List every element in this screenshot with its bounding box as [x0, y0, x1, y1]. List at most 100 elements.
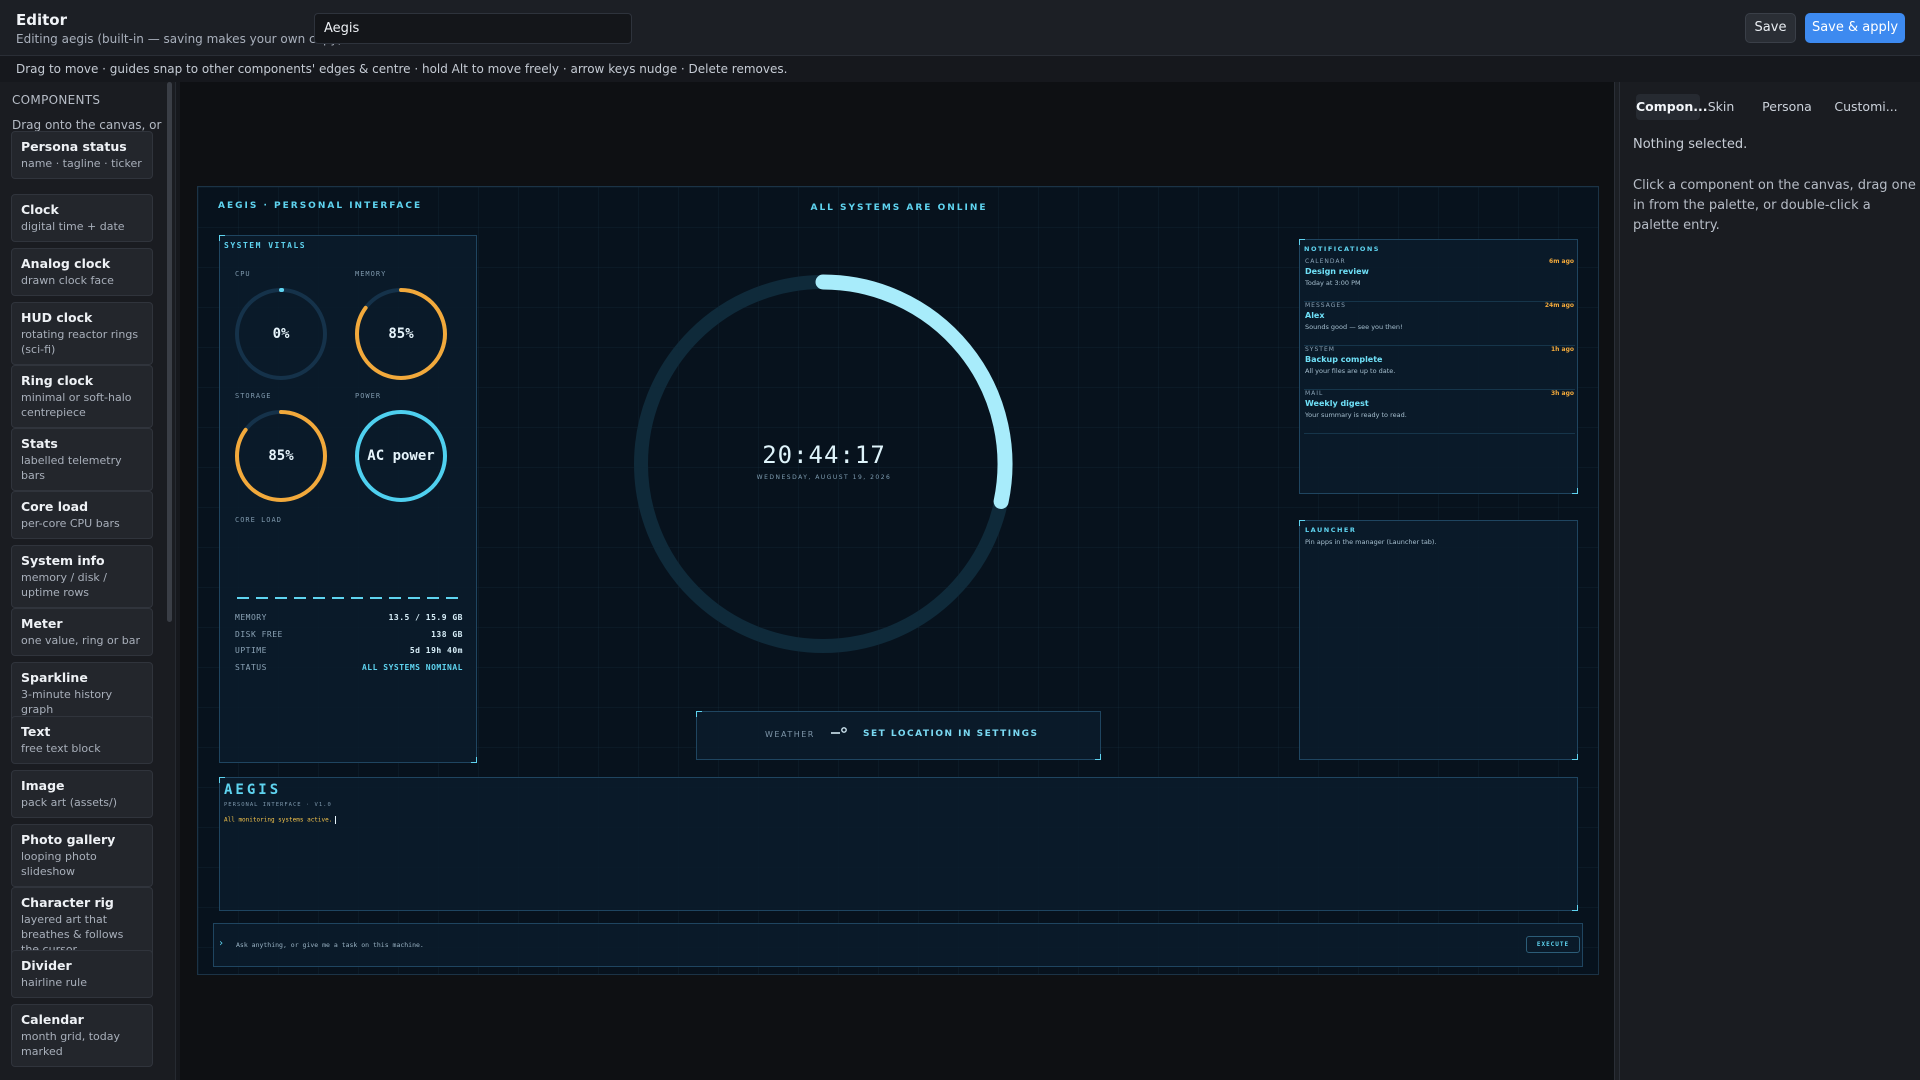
clock-time: 20:44:17 — [762, 441, 886, 469]
palette-item-title: Divider — [21, 958, 72, 973]
palette-item-desc: one value, ring or bar — [21, 634, 141, 647]
tab-customize[interactable]: Customi... — [1830, 94, 1902, 120]
notifications-panel[interactable]: NOTIFICATIONS CALENDAR 6m ago Design revie… — [1299, 239, 1578, 494]
palette-item-title: Photo gallery — [21, 832, 116, 847]
launcher-message: Pin apps in the manager (Launcher tab). — [1305, 538, 1437, 546]
palette-item-title: Stats — [21, 436, 58, 451]
notification-title: Backup complete — [1305, 355, 1383, 364]
notification-title: Weekly digest — [1305, 399, 1369, 408]
system-info-row: DISK FREE 138 GB — [235, 630, 463, 646]
persona-status-panel[interactable]: AEGIS PERSONAL INTERFACE · V1.0 All moni… — [219, 777, 1578, 911]
notification-category: SYSTEM — [1305, 346, 1335, 353]
notification-message: Today at 3:00 PM — [1305, 279, 1361, 287]
command-prompt[interactable]: › Ask anything, or give me a task on thi… — [213, 923, 1583, 967]
core-bar — [275, 597, 287, 599]
system-info-key: DISK FREE — [235, 629, 283, 639]
storage-value: 85% — [268, 448, 294, 464]
palette-item-title: Meter — [21, 616, 63, 631]
corner-mark — [1572, 488, 1578, 494]
notification-message: Sounds good — see you then! — [1305, 323, 1403, 331]
component-palette: COMPONENTS Drag onto the canvas, or doub… — [0, 82, 176, 1080]
core-bar — [408, 597, 420, 599]
palette-item[interactable]: Photo gallery looping photo slideshow — [11, 824, 153, 887]
notification-item[interactable]: MAIL 3h ago Weekly digest Your summary is r… — [1304, 390, 1575, 434]
palette-item-title: HUD clock — [21, 310, 93, 325]
weather-icon — [831, 727, 847, 734]
palette-item[interactable]: Stats labelled telemetry bars — [11, 428, 153, 491]
palette-scrollbar[interactable] — [167, 82, 172, 622]
system-info-value: 138 GB — [431, 629, 463, 639]
tab-persona[interactable]: Persona — [1757, 94, 1817, 120]
notification-age: 6m ago — [1549, 258, 1574, 265]
palette-item-desc: month grid, today marked — [21, 1030, 121, 1058]
hud-status: ALL SYSTEMS ARE ONLINE — [810, 203, 988, 213]
text-cursor — [335, 816, 337, 824]
save-button[interactable]: Save — [1745, 13, 1796, 43]
system-info-row: UPTIME 5d 19h 40m — [235, 646, 463, 662]
selection-status: Nothing selected. — [1633, 137, 1748, 152]
notification-item[interactable]: SYSTEM 1h ago Backup complete All your file… — [1304, 346, 1575, 390]
palette-item[interactable]: Text free text block — [11, 716, 153, 764]
palette-item-desc: rotating reactor rings (sci-fi) — [21, 328, 139, 356]
memory-value: 85% — [388, 326, 414, 342]
palette-item[interactable]: Analog clock drawn clock face — [11, 248, 153, 296]
storage-gauge: 85% — [231, 406, 331, 506]
execute-button[interactable]: EXECUTE — [1526, 936, 1580, 953]
persona-tagline: PERSONAL INTERFACE · V1.0 — [224, 802, 332, 808]
palette-item-title: Text — [21, 724, 51, 739]
save-apply-button[interactable]: Save & apply — [1805, 13, 1905, 43]
prompt-input[interactable]: Ask anything, or give me a task on this … — [236, 941, 424, 949]
palette-item-title: Ring clock — [21, 373, 94, 388]
palette-item-title: Sparkline — [21, 670, 88, 685]
palette-item[interactable]: Ring clock minimal or soft-halo centrepie… — [11, 365, 153, 428]
palette-item-desc: 3-minute history graph — [21, 688, 113, 716]
tab-skin[interactable]: Skin — [1696, 94, 1746, 120]
notification-item[interactable]: CALENDAR 6m ago Design review Today at 3:00… — [1304, 258, 1575, 302]
weather-message: SET LOCATION IN SETTINGS — [863, 729, 1039, 739]
palette-item-desc: memory / disk / uptime rows — [21, 571, 108, 599]
corner-mark — [1095, 754, 1101, 760]
editor-hint: Drag to move · guides snap to other comp… — [16, 62, 788, 76]
core-bar — [332, 597, 344, 599]
palette-item-desc: looping photo slideshow — [21, 850, 97, 878]
palette-item-title: Image — [21, 778, 65, 793]
notification-message: All your files are up to date. — [1305, 367, 1396, 375]
cpu-label: CPU — [235, 270, 251, 278]
top-bar: Editor Editing aegis (built-in — saving … — [0, 0, 1920, 56]
core-bar — [446, 597, 458, 599]
core-bar — [427, 597, 439, 599]
palette-item[interactable]: Image pack art (assets/) — [11, 770, 153, 818]
launcher-panel[interactable]: LAUNCHER Pin apps in the manager (Launch… — [1299, 520, 1578, 760]
tab-components[interactable]: Compon... — [1636, 94, 1707, 120]
notification-category: MAIL — [1305, 390, 1324, 397]
weather-panel[interactable]: WEATHER SET LOCATION IN SETTINGS — [696, 711, 1101, 760]
palette-item-desc: labelled telemetry bars — [21, 454, 122, 482]
clock-date: WEDNESDAY, AUGUST 19, 2026 — [756, 474, 892, 481]
core-bar — [256, 597, 268, 599]
notification-item[interactable]: MESSAGES 24m ago Alex Sounds good — see you… — [1304, 302, 1575, 346]
core-bar — [389, 597, 401, 599]
palette-item[interactable]: Divider hairline rule — [11, 950, 153, 998]
notification-category: MESSAGES — [1305, 302, 1346, 309]
palette-item-desc: minimal or soft-halo centrepiece — [21, 391, 132, 419]
inspector-panel: Compon... Skin Persona Customi... Nothing s… — [1620, 82, 1920, 1080]
palette-item[interactable]: Meter one value, ring or bar — [11, 608, 153, 656]
palette-item[interactable]: Persona status name · tagline · ticker — [11, 131, 153, 179]
theme-name-input[interactable] — [314, 13, 632, 44]
notification-category: CALENDAR — [1305, 258, 1346, 265]
palette-item-desc: name · tagline · ticker — [21, 157, 142, 170]
notification-age: 24m ago — [1544, 302, 1574, 309]
palette-item[interactable]: Clock digital time + date — [11, 194, 153, 242]
palette-item[interactable]: Core load per-core CPU bars — [11, 491, 153, 539]
persona-ticker: All monitoring systems active. — [224, 816, 337, 824]
system-info-row: STATUS ALL SYSTEMS NOMINAL — [235, 663, 463, 679]
palette-item[interactable]: Calendar month grid, today marked — [11, 1004, 153, 1067]
system-vitals-panel[interactable]: SYSTEM VITALS CPU 0% MEMORY 85% STORAGE … — [219, 235, 477, 763]
power-gauge: AC power — [351, 406, 451, 506]
hud-preview[interactable]: AEGIS · PERSONAL INTERFACE ALL SYSTEMS A… — [197, 186, 1599, 975]
page-title: Editor — [16, 11, 67, 29]
palette-item-title: Calendar — [21, 1012, 84, 1027]
palette-item[interactable]: System info memory / disk / uptime rows — [11, 545, 153, 608]
palette-item-title: Core load — [21, 499, 89, 514]
palette-item[interactable]: HUD clock rotating reactor rings (sci-fi) — [11, 302, 153, 365]
